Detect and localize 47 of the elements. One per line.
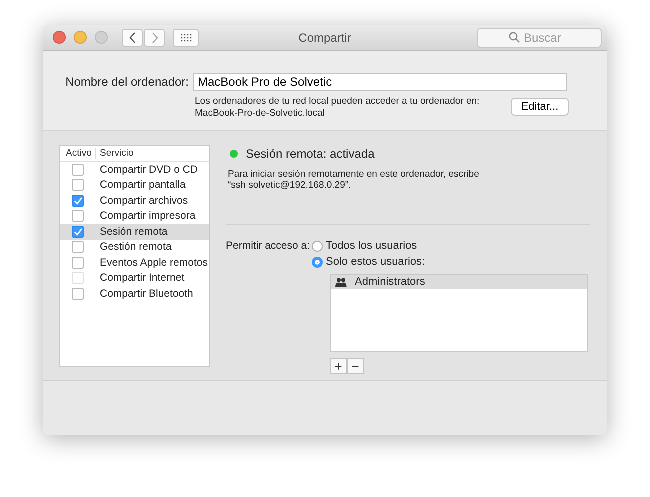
people-icon xyxy=(335,278,348,286)
remove-button[interactable]: − xyxy=(347,358,364,374)
list-item[interactable]: Administrators xyxy=(331,275,588,289)
selected-row[interactable]: Sesión remota xyxy=(60,224,209,240)
checkbox[interactable] xyxy=(72,226,84,238)
list-item[interactable]: Compartir impresora xyxy=(96,210,196,222)
checkbox[interactable] xyxy=(72,179,84,192)
checkbox[interactable] xyxy=(72,241,84,254)
list-item[interactable]: Compartir Bluetooth xyxy=(96,288,194,300)
radio-label[interactable]: Solo estos usuarios: xyxy=(326,256,426,268)
show-all-button[interactable] xyxy=(173,28,199,46)
list-item[interactable]: Compartir archivos xyxy=(96,194,188,207)
input-field[interactable]: MacBook Pro de Solvetic xyxy=(193,73,567,91)
grid-icon xyxy=(180,34,192,42)
field-label: Nombre del ordenador: xyxy=(64,75,189,89)
info-text: Los ordenadores de tu red local pueden acceder a tu ordenador en: xyxy=(195,96,481,108)
address-text: MacBook-Pro-de-Solvetic.local xyxy=(195,108,326,120)
radio-button[interactable] xyxy=(312,256,324,268)
radio-label[interactable]: Todos los usuarios xyxy=(326,240,418,252)
list-item[interactable]: Gestión remota xyxy=(96,241,172,254)
radio-button[interactable] xyxy=(312,240,324,252)
close-button[interactable] xyxy=(53,31,66,44)
column-header[interactable]: Activo xyxy=(60,148,96,159)
search-field[interactable]: Buscar xyxy=(477,28,602,48)
search-icon xyxy=(509,32,520,42)
chevron-right-icon xyxy=(150,32,158,44)
checkbox[interactable] xyxy=(72,164,84,176)
chevron-left-icon xyxy=(128,32,136,44)
access-label: Permitir acceso a: xyxy=(226,240,310,254)
checkbox[interactable] xyxy=(72,194,84,207)
add-button[interactable]: + xyxy=(330,358,348,374)
checkbox[interactable] xyxy=(72,210,84,222)
zoom-button[interactable] xyxy=(95,31,108,44)
minimize-button[interactable] xyxy=(74,31,87,44)
status-text: Sesión remota: activada xyxy=(246,147,375,161)
back-button[interactable] xyxy=(122,28,143,46)
window-title: Compartir xyxy=(298,31,352,45)
checkbox[interactable] xyxy=(72,256,84,269)
list-item[interactable]: Eventos Apple remotos xyxy=(96,256,208,269)
column-header[interactable]: Servicio xyxy=(96,148,134,159)
checkmark-icon xyxy=(74,196,82,205)
checkmark-icon xyxy=(74,228,82,236)
list-item[interactable]: Compartir DVD o CD xyxy=(96,164,198,176)
checkbox[interactable] xyxy=(72,288,84,300)
instructions-text: Para iniciar sesión remotamente en este ordenador, escribe “ssh solvetic@192.168.0.29”. xyxy=(228,169,480,191)
list-item[interactable]: Compartir pantalla xyxy=(96,179,186,192)
edit-button[interactable]: Editar... xyxy=(511,98,569,116)
